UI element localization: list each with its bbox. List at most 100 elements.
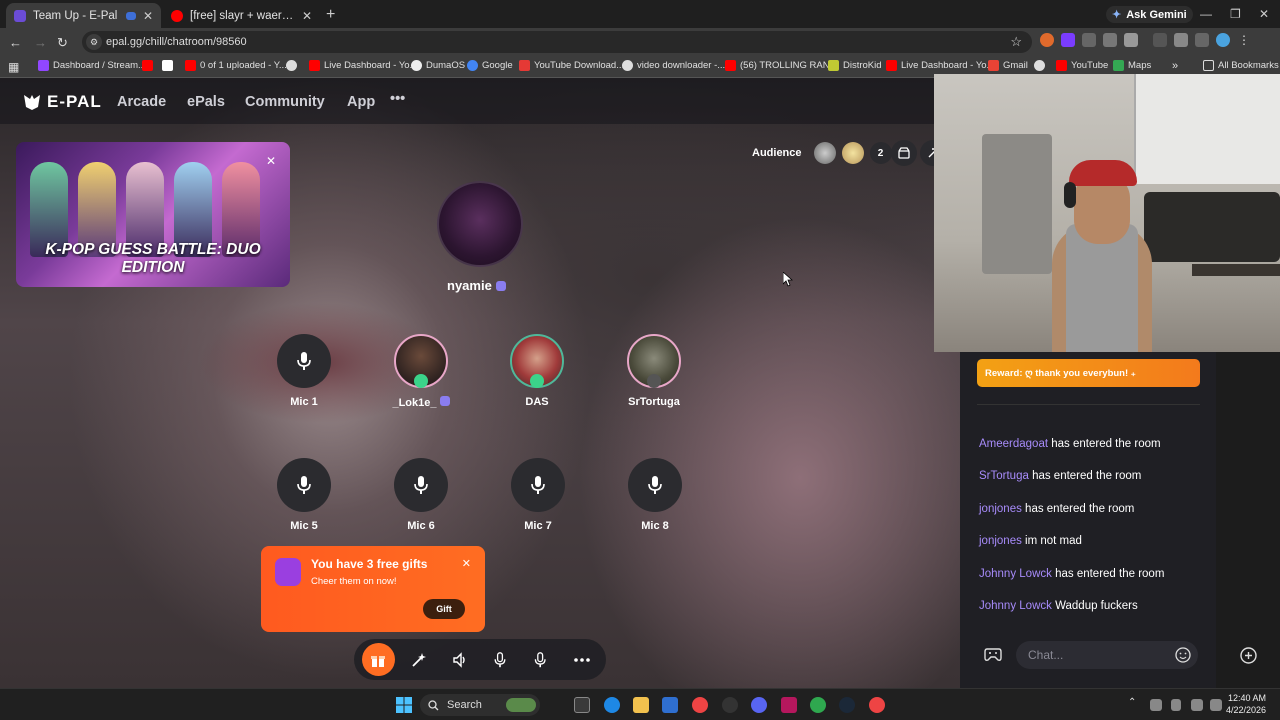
user-avatar[interactable] [394, 334, 448, 388]
mic-seat-1[interactable]: Mic 1 [269, 334, 339, 408]
send-gift-button[interactable] [361, 643, 395, 676]
obs-icon[interactable] [722, 697, 738, 713]
tray-chevron-icon[interactable]: ⌃ [1128, 697, 1136, 708]
screenshot-icon[interactable] [1153, 33, 1167, 47]
mic-seat-8[interactable]: Mic 8 [620, 458, 690, 532]
file-explorer-icon[interactable] [633, 697, 649, 713]
reward-banner[interactable]: Reward: ღ thank you everybun! ₊ [977, 359, 1200, 387]
audience-count[interactable]: 2 [869, 142, 892, 164]
monitor-icon[interactable] [1191, 699, 1203, 711]
nav-community[interactable]: Community [245, 94, 325, 110]
audience-bar[interactable]: Audience 2 [752, 142, 892, 164]
apps-grid-icon[interactable]: ▦ [8, 60, 19, 74]
send-gift-icon[interactable] [1240, 647, 1257, 664]
store-icon[interactable] [662, 697, 678, 713]
event-banner[interactable]: K-POP GUESS BATTLE: DUO EDITION ✕ [16, 142, 290, 287]
chat-username[interactable]: jonjones [979, 535, 1022, 547]
extension-icon[interactable] [1061, 33, 1075, 47]
more-options-button[interactable] [565, 643, 598, 676]
request-mic-button[interactable] [524, 643, 557, 676]
taskbar-clock[interactable]: 12:40 AM 4/22/2026 [1226, 692, 1266, 716]
menu-icon[interactable]: ⋮ [1237, 33, 1251, 47]
more-bookmarks-icon[interactable]: » [1172, 60, 1178, 72]
chat-username[interactable]: jonjones [979, 503, 1022, 515]
task-view-icon[interactable] [574, 697, 590, 713]
bookmark-item[interactable] [286, 60, 297, 71]
close-banner-icon[interactable]: ✕ [266, 154, 276, 168]
network-icon[interactable] [1150, 699, 1162, 711]
all-bookmarks[interactable]: All Bookmarks [1203, 60, 1279, 71]
minimize-icon[interactable]: — [1200, 7, 1212, 21]
steam-icon[interactable] [839, 697, 855, 713]
bookmark-item[interactable]: YouTube Download... [519, 60, 624, 71]
bookmark-item[interactable]: Maps [1113, 60, 1151, 71]
room-shop-icon[interactable] [891, 140, 917, 166]
speaker-button[interactable] [443, 643, 476, 676]
close-window-icon[interactable]: ✕ [1259, 7, 1269, 21]
volume-icon[interactable] [1210, 699, 1222, 711]
edge-icon[interactable] [604, 697, 620, 713]
chrome-profile-icon[interactable] [810, 697, 826, 713]
audience-avatar[interactable] [841, 142, 864, 164]
tab-team-up[interactable]: Team Up - E-Pal ✕ [6, 3, 161, 28]
profile-avatar[interactable] [1216, 33, 1230, 47]
bookmark-item[interactable] [142, 60, 153, 71]
mic-seat-6[interactable]: Mic 6 [386, 458, 456, 532]
mic-seat-5[interactable]: Mic 5 [269, 458, 339, 532]
windows-start-icon[interactable] [396, 697, 412, 713]
bookmark-item[interactable] [162, 60, 173, 71]
bookmark-item[interactable]: DistroKid [828, 60, 882, 71]
bookmark-item[interactable]: DumaOS [411, 60, 465, 71]
new-tab-button[interactable]: + [326, 6, 335, 24]
app-icon[interactable] [781, 697, 797, 713]
nav-app[interactable]: App [347, 94, 375, 110]
nav-epals[interactable]: ePals [187, 94, 225, 110]
epal-logo[interactable]: E-PAL [22, 92, 102, 112]
chrome-icon[interactable] [692, 697, 708, 713]
site-info-icon[interactable]: ⚙ [86, 34, 102, 50]
sidepanel-icon[interactable] [1174, 33, 1188, 47]
bookmark-item[interactable]: Gmail [988, 60, 1028, 71]
chrome-icon[interactable] [869, 697, 885, 713]
taskbar-search[interactable]: Search [420, 694, 540, 716]
bookmark-star-icon[interactable]: ☆ [1010, 34, 1022, 50]
chat-username[interactable]: SrTortuga [979, 470, 1029, 482]
mic-seat-2[interactable]: _Lok1e_ [386, 334, 456, 409]
extension-icon[interactable] [1082, 33, 1096, 47]
empty-seat[interactable] [394, 458, 448, 512]
back-icon[interactable]: ← [9, 35, 22, 50]
close-popup-icon[interactable]: ✕ [462, 557, 471, 570]
host-avatar[interactable] [437, 181, 523, 267]
discord-icon[interactable] [751, 697, 767, 713]
address-bar[interactable]: ⚙ epal.gg/chill/chatroom/98560 ☆ [82, 31, 1032, 53]
user-avatar[interactable] [627, 334, 681, 388]
nav-arcade[interactable]: Arcade [117, 94, 166, 110]
bookmark-item[interactable]: Live Dashboard - Yo... [886, 60, 994, 71]
ask-gemini-button[interactable]: ✦ Ask Gemini [1106, 6, 1193, 23]
bookmark-item[interactable]: Dashboard / Stream... [38, 60, 146, 71]
extension-icon[interactable] [1040, 33, 1054, 47]
empty-seat[interactable] [277, 334, 331, 388]
effects-button[interactable] [402, 643, 435, 676]
chat-username[interactable]: Johnny Lowck [979, 600, 1052, 612]
nav-more-icon[interactable]: ••• [390, 91, 405, 107]
audience-avatar[interactable] [813, 142, 836, 164]
mic-seat-4[interactable]: SrTortuga [619, 334, 689, 408]
bookmark-item[interactable] [1034, 60, 1045, 71]
bookmark-item[interactable]: YouTube [1056, 60, 1108, 71]
reload-icon[interactable]: ↻ [57, 35, 68, 51]
close-tab-icon[interactable]: ✕ [143, 9, 153, 23]
mic-seat-7[interactable]: Mic 7 [503, 458, 573, 532]
forward-icon[interactable]: → [34, 35, 47, 50]
tab-youtube-beat[interactable]: [free] slayr + waera type beat - ✕ [163, 3, 320, 28]
extension-icon[interactable] [1103, 33, 1117, 47]
chat-input[interactable]: Chat... [1016, 641, 1198, 669]
downloads-icon[interactable] [1195, 33, 1209, 47]
chat-username[interactable]: Ameerdagoat [979, 438, 1048, 450]
empty-seat[interactable] [628, 458, 682, 512]
mic-seat-3[interactable]: DAS [502, 334, 572, 408]
chat-username[interactable]: Johnny Lowck [979, 568, 1052, 580]
empty-seat[interactable] [511, 458, 565, 512]
user-avatar[interactable] [510, 334, 564, 388]
bookmark-item[interactable]: Live Dashboard - Yo... [309, 60, 417, 71]
